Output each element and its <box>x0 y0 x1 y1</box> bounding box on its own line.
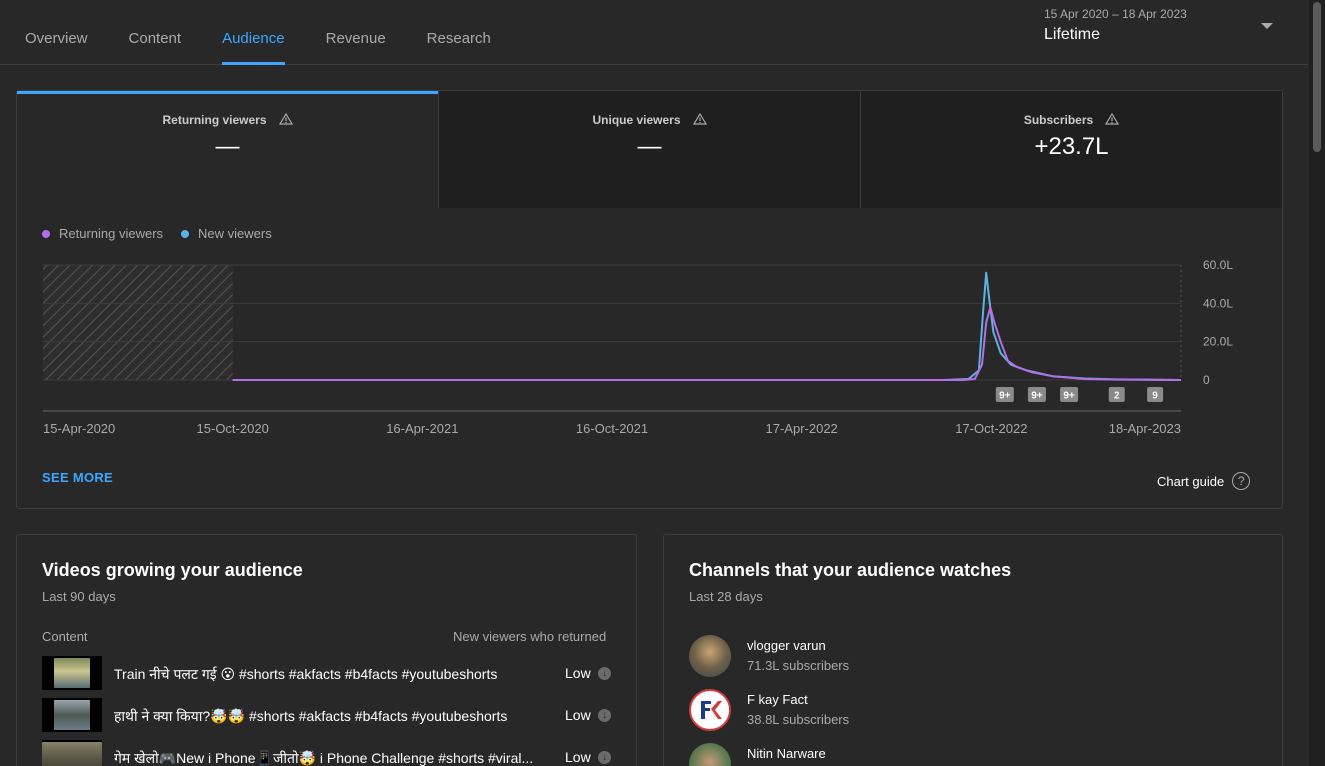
svg-text:9: 9 <box>1152 391 1158 402</box>
svg-text:2: 2 <box>1114 391 1120 402</box>
channel-avatar <box>689 635 731 677</box>
annotation-badge[interactable]: 9+ <box>1060 387 1079 402</box>
video-level: Low <box>565 749 591 765</box>
see-more-link[interactable]: SEE MORE <box>42 470 113 485</box>
x-tick-label: 17-Apr-2022 <box>766 421 838 436</box>
date-range-text: 15 Apr 2020 – 18 Apr 2023 <box>1044 7 1187 21</box>
date-range-selector[interactable]: 15 Apr 2020 – 18 Apr 2023 Lifetime <box>1044 7 1284 47</box>
video-title: गेम खेलो🎮New i Phone📱जीतो🤯 i Phone Chall… <box>114 750 534 766</box>
video-level: Low <box>565 665 591 681</box>
card-title: Channels that your audience watches <box>689 560 1012 580</box>
tab-research[interactable]: Research <box>427 0 491 65</box>
x-tick-label: 15-Apr-2020 <box>43 421 115 436</box>
x-tick-label: 16-Apr-2021 <box>386 421 458 436</box>
x-tick-label: 18-Apr-2023 <box>1109 421 1181 436</box>
audience-overview-card: Returning viewers — Unique viewers — Sub… <box>16 90 1283 509</box>
channel-avatar <box>689 743 731 766</box>
chart-guide-button[interactable]: Chart guide ? <box>1157 472 1251 490</box>
card-subtitle: Last 90 days <box>42 589 116 604</box>
series-line-returning-viewers <box>232 306 1182 381</box>
video-title: हाथी ने क्या किया?🤯🤯 #shorts #akfacts #b… <box>114 708 508 724</box>
video-level: Low <box>565 707 591 723</box>
period-label: Lifetime <box>1044 26 1101 43</box>
fk-logo-icon <box>701 701 722 719</box>
column-header-content: Content <box>42 629 88 644</box>
videos-growing-audience-card: Videos growing your audience Last 90 day… <box>16 534 637 766</box>
series-line-new-viewers <box>232 271 1182 381</box>
info-icon[interactable]: ↓ <box>598 667 611 680</box>
channels-audience-watches-card: Channels that your audience watches Last… <box>663 534 1283 766</box>
tab-audience[interactable]: Audience <box>222 0 285 65</box>
column-header-new-viewers-returned: New viewers who returned <box>453 629 607 644</box>
annotation-badge[interactable]: 2 <box>1108 387 1125 402</box>
video-thumbnail <box>42 656 102 690</box>
channel-avatar <box>689 689 731 731</box>
audience-line-chart[interactable]: 60.0L 40.0L 20.0L 0 9+ 9+ 9+ 2 9 15-Apr-2020 15-Oc… <box>17 91 1282 441</box>
y-tick-label: 0 <box>1203 373 1210 387</box>
video-row[interactable]: गेम खेलो🎮New i Phone📱जीतो🤯 i Phone Chall… <box>42 740 613 766</box>
chevron-down-icon <box>1261 23 1273 29</box>
info-icon[interactable]: ↓ <box>598 751 611 764</box>
svg-text:9+: 9+ <box>1031 391 1043 402</box>
video-thumbnail <box>42 740 102 766</box>
svg-text:9+: 9+ <box>999 391 1011 402</box>
video-row[interactable]: Train नीचे पलट गई 😮 #shorts #akfacts #b4… <box>42 656 613 690</box>
channel-name: F kay Fact <box>747 692 808 707</box>
channel-name: Nitin Narware <box>747 746 826 761</box>
top-nav: Overview Content Audience Revenue Resear… <box>0 0 1308 65</box>
annotation-badge[interactable]: 9+ <box>1027 387 1046 402</box>
unavailable-data-region <box>43 265 233 380</box>
y-tick-label: 60.0L <box>1203 258 1233 272</box>
annotation-badge[interactable]: 9+ <box>995 387 1014 402</box>
x-tick-label: 15-Oct-2020 <box>197 421 269 436</box>
channel-subscribers: 38.8L subscribers <box>747 712 850 727</box>
channel-subscribers: 71.3L subscribers <box>747 658 850 673</box>
video-title: Train नीचे पलट गई 😮 #shorts #akfacts #b4… <box>114 666 498 682</box>
tab-revenue[interactable]: Revenue <box>326 0 386 65</box>
page-scrollbar[interactable] <box>1309 0 1325 766</box>
channel-name: vlogger varun <box>747 638 826 653</box>
card-title: Videos growing your audience <box>42 560 303 580</box>
info-icon[interactable]: ↓ <box>598 709 611 722</box>
y-tick-label: 40.0L <box>1203 296 1233 310</box>
tab-content[interactable]: Content <box>129 0 182 65</box>
x-tick-label: 16-Oct-2021 <box>576 421 648 436</box>
analytics-tabs: Overview Content Audience Revenue Resear… <box>25 0 532 65</box>
chart-guide-label: Chart guide <box>1157 473 1225 489</box>
help-icon: ? <box>1232 472 1251 490</box>
tab-overview[interactable]: Overview <box>25 0 88 65</box>
video-thumbnail <box>42 698 102 732</box>
y-tick-label: 20.0L <box>1203 335 1233 349</box>
card-subtitle: Last 28 days <box>689 589 763 604</box>
video-row[interactable]: हाथी ने क्या किया?🤯🤯 #shorts #akfacts #b… <box>42 698 613 732</box>
scrollbar-thumb[interactable] <box>1313 2 1321 152</box>
x-tick-label: 17-Oct-2022 <box>955 421 1027 436</box>
annotation-badge[interactable]: 9 <box>1147 387 1164 402</box>
svg-text:9+: 9+ <box>1063 391 1075 402</box>
